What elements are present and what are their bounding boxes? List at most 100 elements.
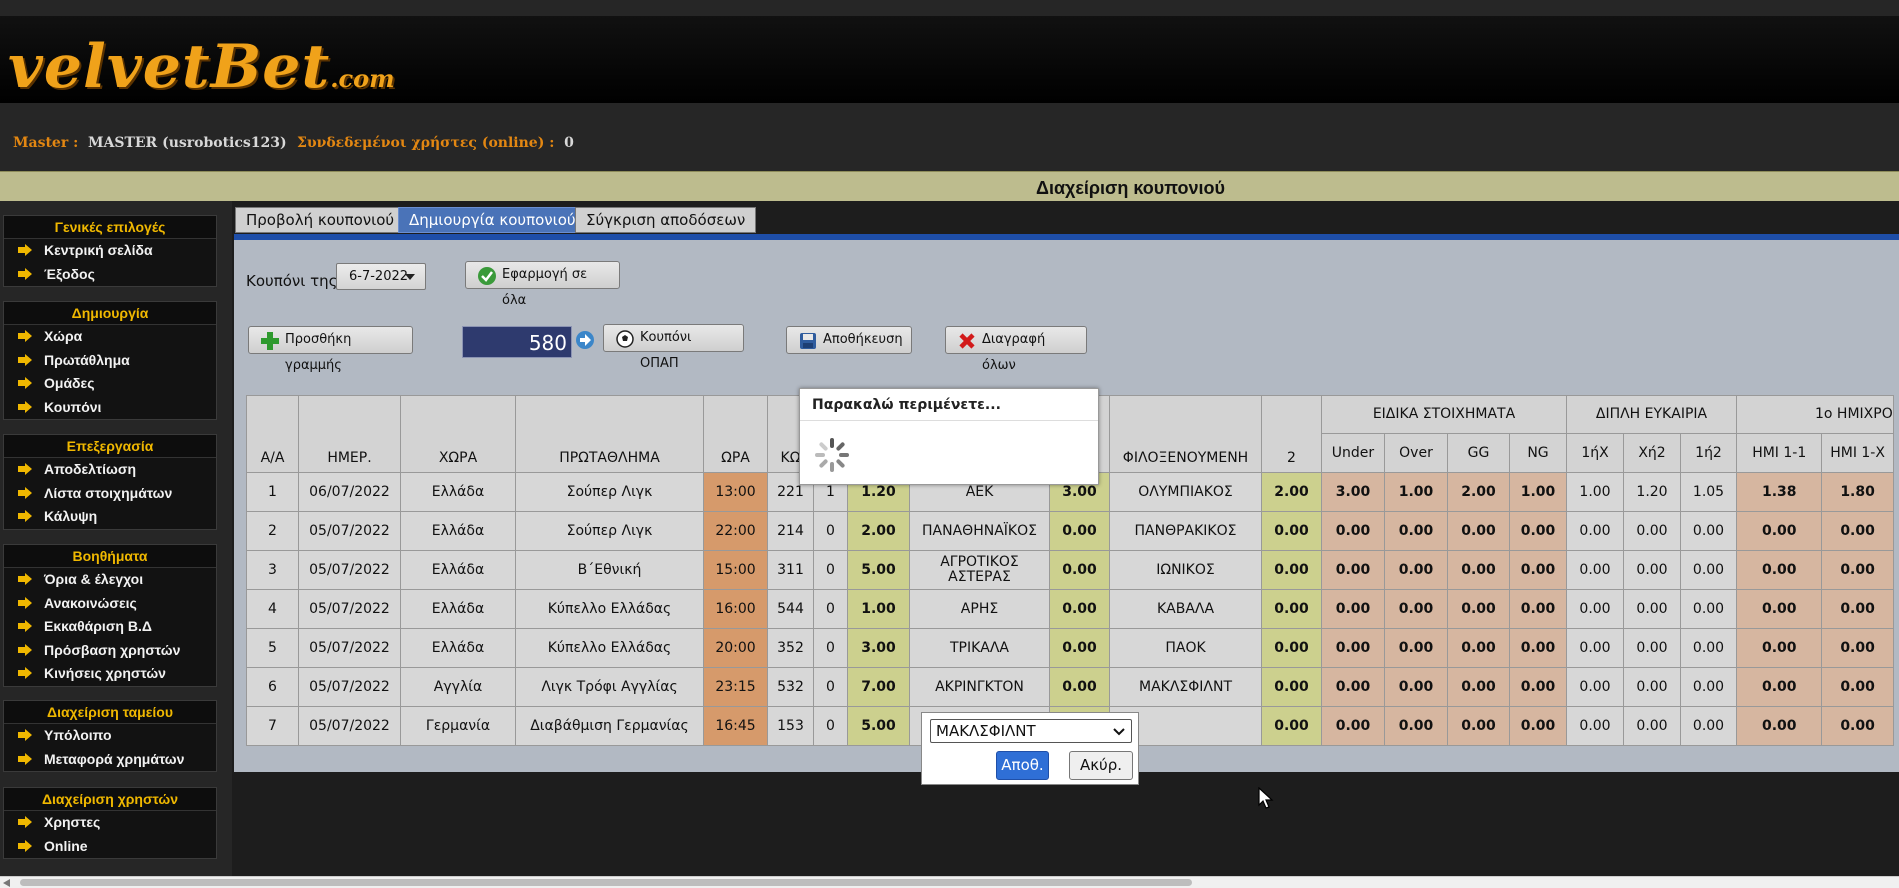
table-cell[interactable]: Κύπελλο Ελλάδας — [515, 589, 704, 629]
table-cell[interactable]: 0.00 — [1821, 511, 1894, 551]
velvetbet-logo[interactable]: velvetBet.com — [8, 32, 395, 102]
table-cell[interactable]: 0.00 — [1447, 667, 1510, 707]
table-cell[interactable]: 05/07/2022 — [298, 667, 401, 707]
table-cell[interactable]: ΙΩΝΙΚΟΣ — [1109, 550, 1262, 590]
table-cell[interactable]: Ελλάδα — [400, 511, 516, 551]
tab-create-coupon[interactable]: Δημιουργία κουπονιού — [398, 207, 587, 233]
sidebar-item-results[interactable]: Αποδελτίωση — [4, 458, 216, 482]
team-select[interactable]: ΜΑΚΛΣΦΙΛΝΤ — [930, 719, 1132, 743]
table-cell[interactable]: 0 — [813, 706, 848, 746]
table-cell[interactable]: 0.00 — [1680, 667, 1737, 707]
table-cell[interactable]: 1.80 — [1821, 472, 1894, 512]
table-cell[interactable]: 0.00 — [1447, 706, 1510, 746]
table-cell[interactable]: Ελλάδα — [400, 472, 516, 512]
table-cell[interactable]: 20:00 — [703, 628, 768, 668]
sidebar-item-coupon[interactable]: Κουπόνι — [4, 396, 216, 420]
table-cell[interactable]: 0.00 — [1321, 706, 1385, 746]
table-cell[interactable]: Β΄Εθνική — [515, 550, 704, 590]
table-cell[interactable]: 2.00 — [1261, 472, 1322, 512]
table-cell[interactable]: 0.00 — [1384, 628, 1448, 668]
delete-all-button[interactable]: Διαγραφή όλων — [945, 326, 1087, 373]
table-cell[interactable]: 0.00 — [1623, 667, 1681, 707]
table-cell[interactable]: 1.00 — [1384, 472, 1448, 512]
table-cell[interactable]: Σούπερ Λιγκ — [515, 511, 704, 551]
table-cell[interactable]: 0.00 — [1821, 550, 1894, 590]
sidebar-item-users[interactable]: Χρηστες — [4, 811, 216, 835]
table-cell[interactable]: Ελλάδα — [400, 589, 516, 629]
table-cell[interactable]: 532 — [767, 667, 814, 707]
table-cell[interactable]: 0.00 — [1447, 628, 1510, 668]
table-cell[interactable]: 7.00 — [847, 667, 910, 707]
table-cell[interactable]: 0.00 — [1384, 511, 1448, 551]
table-cell[interactable]: 0.00 — [1566, 511, 1624, 551]
table-cell[interactable]: 0.00 — [1566, 667, 1624, 707]
table-row[interactable]: 5 05/07/2022 Ελλάδα Κύπελλο Ελλάδας 20:00 352… — [246, 628, 1894, 668]
table-cell[interactable]: 214 — [767, 511, 814, 551]
table-cell[interactable]: ΑΚΡΙΝΓΚΤΟΝ — [909, 667, 1050, 707]
table-cell[interactable]: ΑΓΡΟΤΙΚΟΣ ΑΣΤΕΡΑΣ — [909, 550, 1050, 590]
table-cell[interactable]: 23:15 — [703, 667, 768, 707]
table-cell[interactable]: 0.00 — [1623, 550, 1681, 590]
popup-save-button[interactable]: Αποθ. — [996, 751, 1049, 780]
sidebar-item-limits[interactable]: Όρια & έλεγχοι — [4, 568, 216, 592]
table-cell[interactable]: 0.00 — [1509, 511, 1567, 551]
table-cell[interactable]: 0.00 — [1821, 628, 1894, 668]
table-row[interactable]: 2 05/07/2022 Ελλάδα Σούπερ Λιγκ 22:00 214 0 2.0… — [246, 511, 1894, 551]
table-cell[interactable]: 0.00 — [1384, 667, 1448, 707]
table-cell[interactable]: 0.00 — [1384, 589, 1448, 629]
table-cell[interactable]: ΑΡΗΣ — [909, 589, 1050, 629]
table-cell[interactable]: 0 — [813, 628, 848, 668]
table-cell[interactable]: 0.00 — [1735, 667, 1823, 707]
table-cell[interactable]: 5 — [246, 628, 299, 668]
opap-coupon-button[interactable]: Κουπόνι ΟΠΑΠ — [603, 324, 744, 371]
save-button[interactable]: Αποθήκευση — [786, 326, 912, 354]
table-cell[interactable]: 0.00 — [1509, 589, 1567, 629]
table-cell[interactable]: 0.00 — [1735, 628, 1823, 668]
table-cell[interactable]: Γερμανία — [400, 706, 516, 746]
table-cell[interactable]: 0.00 — [1447, 550, 1510, 590]
table-cell[interactable]: ΠΑΝΑΘΗΝΑΪΚΟΣ — [909, 511, 1050, 551]
table-cell[interactable]: 0.00 — [1261, 667, 1322, 707]
table-cell[interactable]: 0.00 — [1384, 706, 1448, 746]
table-cell[interactable]: ΠΑΝΘΡΑΚΙΚΟΣ — [1109, 511, 1262, 551]
table-cell[interactable]: 15:00 — [703, 550, 768, 590]
table-cell[interactable]: 0.00 — [1447, 511, 1510, 551]
table-cell[interactable]: 2.00 — [847, 511, 910, 551]
table-cell[interactable]: 0.00 — [1321, 550, 1385, 590]
table-cell[interactable]: ΜΑΚΛΣΦΙΛΝΤ — [1109, 667, 1262, 707]
table-cell[interactable]: Ελλάδα — [400, 550, 516, 590]
table-cell[interactable]: 153 — [767, 706, 814, 746]
table-cell[interactable]: 0.00 — [1680, 628, 1737, 668]
table-cell[interactable]: 0.00 — [1321, 667, 1385, 707]
apply-all-button[interactable]: Εφαρμογή σε όλα — [465, 261, 620, 308]
table-cell[interactable]: Σούπερ Λιγκ — [515, 472, 704, 512]
table-cell[interactable]: 0.00 — [1509, 628, 1567, 668]
table-cell[interactable]: 3 — [246, 550, 299, 590]
scroll-left-icon[interactable] — [3, 879, 10, 887]
table-cell[interactable]: 1.00 — [1509, 472, 1567, 512]
table-cell[interactable]: 0.00 — [1566, 706, 1624, 746]
table-cell[interactable]: 0 — [813, 589, 848, 629]
table-cell[interactable]: 1.20 — [1623, 472, 1681, 512]
table-cell[interactable]: 0.00 — [1321, 511, 1385, 551]
sidebar-item-balance[interactable]: Υπόλοιπο — [4, 724, 216, 748]
coupon-number-field[interactable]: 580 — [462, 326, 572, 358]
sidebar-item-announcements[interactable]: Ανακοινώσεις — [4, 592, 216, 616]
table-cell[interactable]: 0.00 — [1509, 550, 1567, 590]
table-cell[interactable]: 05/07/2022 — [298, 706, 401, 746]
table-cell[interactable]: ΟΛΥΜΠΙΑΚΟΣ — [1109, 472, 1262, 512]
table-row[interactable]: 4 05/07/2022 Ελλάδα Κύπελλο Ελλάδας 16:00 544… — [246, 589, 1894, 629]
table-cell[interactable]: 0.00 — [1261, 706, 1322, 746]
sidebar-item-user-access[interactable]: Πρόσβαση χρηστών — [4, 639, 216, 663]
table-cell[interactable]: 0.00 — [1049, 589, 1110, 629]
popup-cancel-button[interactable]: Ακύρ. — [1069, 751, 1133, 780]
table-cell[interactable]: 4 — [246, 589, 299, 629]
table-cell[interactable]: 0.00 — [1261, 628, 1322, 668]
table-cell[interactable]: 0.00 — [1321, 589, 1385, 629]
table-cell[interactable]: 0 — [813, 550, 848, 590]
table-cell[interactable]: 0.00 — [1261, 550, 1322, 590]
sidebar-item-teams[interactable]: Ομάδες — [4, 372, 216, 396]
table-cell[interactable]: 2 — [246, 511, 299, 551]
add-line-button[interactable]: Προσθήκη γραμμής — [248, 326, 413, 373]
sidebar-item-db-cleanup[interactable]: Εκκαθάριση Β.Δ — [4, 615, 216, 639]
